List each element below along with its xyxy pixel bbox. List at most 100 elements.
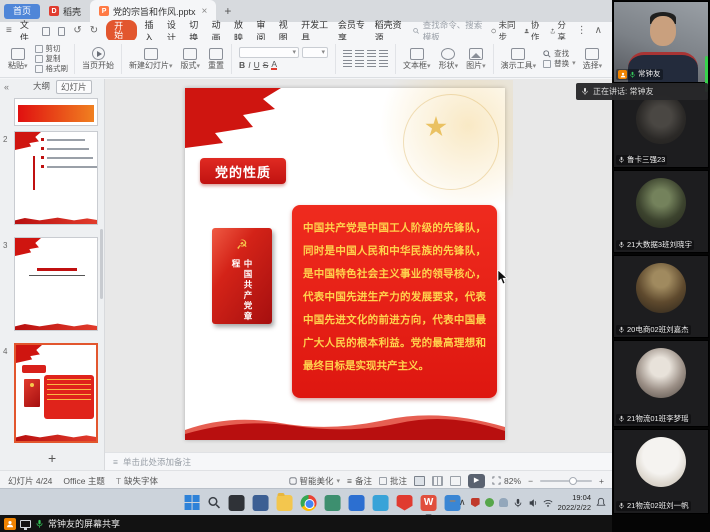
zoom-slider[interactable]	[540, 480, 592, 482]
slide-thumbnail-3[interactable]	[14, 237, 98, 331]
paste-button[interactable]: 粘贴▾	[4, 48, 32, 70]
reading-view-icon[interactable]	[450, 476, 461, 486]
slide-body-textbox[interactable]: 中国共产党是中国工人阶级的先锋队，同时是中国人民和中华民族的先锋队，是中国特色社…	[292, 205, 497, 398]
align-center-icon[interactable]	[355, 50, 364, 58]
select-button[interactable]: 选择▾	[579, 48, 607, 70]
chrome-icon[interactable]	[301, 495, 317, 511]
docer-tab[interactable]: D 稻壳	[40, 0, 90, 22]
thumb-deco	[16, 433, 96, 441]
slide-thumbnail-4-selected[interactable]	[14, 343, 98, 443]
divider	[395, 44, 396, 74]
tray-mic-icon[interactable]	[513, 498, 523, 508]
beautify-button[interactable]: 智能美化▾	[289, 475, 341, 487]
tray-leaf-icon[interactable]	[485, 498, 494, 507]
align-left-icon[interactable]	[343, 50, 352, 58]
missing-font-warning[interactable]: T 缺失字体	[116, 475, 158, 487]
notes-bar[interactable]: ≡ 单击此处添加备注	[105, 452, 612, 470]
underline-button[interactable]: U	[254, 61, 260, 70]
zoom-in-button[interactable]: +	[599, 476, 604, 486]
indent-icon[interactable]	[379, 60, 388, 68]
zoom-slider-knob[interactable]	[569, 477, 577, 485]
participant-tile[interactable]: 21大数据3班刘晓宇	[613, 170, 709, 253]
font-name-select[interactable]: ▾	[239, 47, 299, 58]
replace-button[interactable]: 替换▾	[543, 60, 576, 68]
tray-expand-icon[interactable]: ∧	[459, 498, 466, 507]
party-constitution-book[interactable]: ☭ 中国共产党章程	[212, 228, 272, 324]
file-explorer-icon[interactable]	[277, 495, 293, 511]
collapse-panel-icon[interactable]: «	[4, 82, 9, 92]
play-from-current-button[interactable]: 当页开始	[78, 47, 118, 70]
app-icon-blue[interactable]	[349, 495, 365, 511]
bold-button[interactable]: B	[239, 61, 245, 70]
panel-scrollbar[interactable]	[100, 229, 103, 299]
edge-icon[interactable]	[373, 495, 389, 511]
clock[interactable]: 19:04 2022/2/22	[558, 493, 591, 512]
tray-cloud-icon[interactable]	[499, 498, 508, 507]
shapes-icon	[441, 48, 455, 60]
notification-bell-icon[interactable]	[596, 497, 606, 508]
align-right-icon[interactable]	[367, 50, 376, 58]
slide-canvas[interactable]: 党的性质 ☭ 中国共产党章程 中国共产党是中国工人阶级的先锋队，同时是中国人民和…	[185, 88, 505, 440]
comments-toggle[interactable]: 批注	[379, 475, 407, 487]
tray-shield-icon[interactable]	[471, 498, 480, 507]
participant-tile[interactable]: 21物流01班李梦瑶	[613, 340, 709, 427]
copy-button[interactable]: 复制	[35, 55, 69, 63]
picture-button[interactable]: 图片▾	[462, 48, 490, 70]
slide-thumbnail-2[interactable]	[14, 131, 98, 225]
home-tab[interactable]: 首页	[4, 4, 40, 19]
slide-title[interactable]: 党的性质	[200, 158, 286, 184]
line-spacing-icon[interactable]	[367, 60, 376, 68]
strikethrough-button[interactable]: S	[263, 61, 269, 70]
italic-button[interactable]: I	[248, 61, 250, 70]
numbering-icon[interactable]	[355, 60, 364, 68]
new-tab-button[interactable]: +	[216, 4, 239, 18]
tray-volume-icon[interactable]	[528, 498, 538, 508]
slideshow-play-button[interactable]: ▶	[468, 474, 485, 488]
wps-taskbar-icon[interactable]: W	[421, 495, 437, 511]
slide-sorter-view-icon[interactable]	[432, 476, 443, 486]
tab-outline[interactable]: 大纲	[33, 80, 50, 94]
collapse-ribbon-icon[interactable]: ∧	[595, 26, 602, 36]
font-color-button[interactable]: A	[271, 60, 277, 71]
reset-button[interactable]: 重置	[204, 48, 228, 70]
presentation-tools-button[interactable]: 演示工具▾	[497, 48, 541, 70]
zoom-out-button[interactable]: −	[528, 476, 533, 486]
tab-slides[interactable]: 幻灯片	[56, 80, 92, 94]
participant-tile[interactable]: 21物流02班刘一帆	[613, 429, 709, 514]
textbox-button[interactable]: 文本框▾	[399, 48, 435, 70]
normal-view-icon[interactable]	[414, 476, 425, 486]
hamburger-icon[interactable]: ≡	[6, 26, 12, 36]
start-button[interactable]	[185, 495, 200, 510]
taskbar-search-icon[interactable]	[208, 496, 221, 509]
app-icon-phone-link[interactable]	[253, 495, 269, 511]
slide-thumbnail-1[interactable]	[14, 98, 98, 126]
theme-label[interactable]: Office 主题	[63, 475, 104, 487]
cut-button[interactable]: 剪切	[35, 45, 69, 53]
shapes-button[interactable]: 形状▾	[435, 48, 463, 70]
antivirus-shield-icon[interactable]	[397, 495, 413, 511]
undo-icon[interactable]: ↺	[73, 26, 81, 36]
tray-network-icon[interactable]	[543, 498, 553, 508]
layout-button[interactable]: 版式▾	[177, 48, 205, 70]
more-icon[interactable]: ⋮	[577, 26, 587, 36]
app-icon-green[interactable]	[325, 495, 341, 511]
app-icon-dark[interactable]	[229, 495, 245, 511]
tab-start[interactable]: 开始	[106, 20, 136, 42]
close-tab-icon[interactable]: ×	[202, 6, 208, 17]
participant-tile[interactable]: 20电商02班刘嘉杰	[613, 255, 709, 338]
notes-toggle[interactable]: ≡ 备注	[347, 475, 372, 487]
add-slide-button[interactable]: +	[48, 450, 56, 466]
redo-icon[interactable]: ↻	[90, 26, 98, 36]
participant-tile[interactable]: 常钟友	[613, 1, 709, 83]
new-slide-button[interactable]: 新建幻灯片▾	[125, 48, 177, 70]
format-painter-button[interactable]: 格式刷	[35, 65, 69, 73]
slide-editor[interactable]: 党的性质 ☭ 中国共产党章程 中国共产党是中国工人阶级的先锋队，同时是中国人民和…	[105, 79, 612, 452]
notes-icon: ≡	[113, 457, 118, 467]
font-size-select[interactable]: ▾	[302, 47, 328, 58]
bullets-icon[interactable]	[379, 50, 388, 58]
zoom-level[interactable]: 82%	[492, 476, 521, 486]
save-icon[interactable]	[42, 27, 50, 36]
justify-icon[interactable]	[343, 60, 352, 68]
print-icon[interactable]	[58, 27, 66, 36]
find-button[interactable]: 查找	[543, 50, 576, 58]
